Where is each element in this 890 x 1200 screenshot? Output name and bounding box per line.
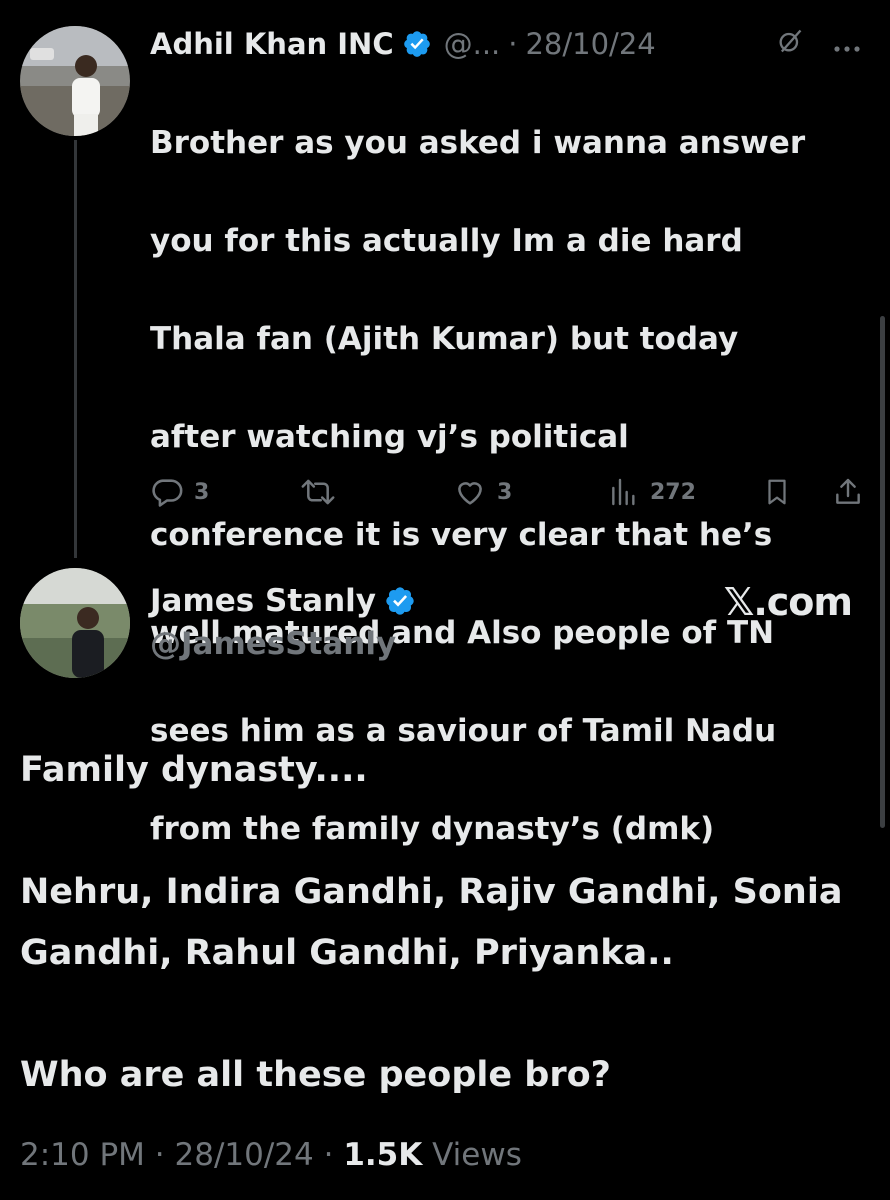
main-tweet-date[interactable]: 28/10/24	[175, 1137, 314, 1173]
bookmark-icon	[762, 475, 792, 509]
like-icon	[453, 475, 487, 509]
scrollbar[interactable]	[880, 316, 885, 828]
repost-button[interactable]	[300, 470, 336, 514]
share-button[interactable]	[832, 470, 864, 514]
reply-button[interactable]: 3	[150, 470, 209, 514]
main-views-label: Views	[432, 1137, 522, 1173]
like-count: 3	[497, 479, 513, 505]
reply-text-line: you for this actually Im a die hard	[150, 223, 743, 259]
separator-dot: ·	[508, 27, 518, 61]
reply-action-bar: 3 3 272	[150, 470, 870, 514]
verified-badge-icon	[384, 585, 416, 617]
reply-author-handle[interactable]: @...	[444, 27, 501, 61]
reply-text-line: conference it is very clear that he’s	[150, 517, 773, 553]
reply-count: 3	[194, 479, 210, 505]
main-views-count: 1.5K	[343, 1137, 423, 1173]
separator-dot: ·	[323, 1137, 344, 1173]
main-author-name[interactable]: James Stanly	[150, 583, 376, 619]
reply-author-avatar[interactable]	[20, 26, 130, 136]
grok-icon[interactable]	[776, 27, 804, 62]
more-icon[interactable]	[832, 27, 862, 61]
main-tweet-paragraph: Nehru, Indira Gandhi, Rajiv Gandhi, Soni…	[20, 872, 843, 973]
views-icon	[608, 475, 640, 509]
repost-icon	[300, 475, 336, 509]
main-tweet-text: Family dynasty.... Nehru, Indira Gandhi,…	[20, 740, 870, 1106]
main-tweet-paragraph: Who are all these people bro?	[20, 1055, 611, 1095]
thread-connector-line	[74, 140, 77, 558]
reply-date[interactable]: 28/10/24	[525, 27, 655, 61]
views-count: 272	[650, 479, 696, 505]
main-tweet-meta: 2:10 PM · 28/10/24 · 1.5K Views	[20, 1137, 522, 1173]
reply-text-line: Thala fan (Ajith Kumar) but today	[150, 321, 739, 357]
separator-dot: ·	[154, 1137, 175, 1173]
reply-author-name[interactable]: Adhil Khan INC	[150, 27, 394, 61]
main-author-handle[interactable]: @JamesStanly	[150, 626, 396, 662]
reply-text-line: Brother as you asked i wanna answer	[150, 125, 806, 161]
like-button[interactable]: 3	[453, 470, 512, 514]
main-author-avatar[interactable]	[20, 568, 130, 678]
reply-header: Adhil Khan INC @... · 28/10/24	[150, 22, 870, 66]
reply-text-line: after watching vj’s political	[150, 419, 629, 455]
main-author-name-row: James Stanly	[150, 578, 424, 624]
main-tweet-time[interactable]: 2:10 PM	[20, 1137, 145, 1173]
bookmark-button[interactable]	[762, 470, 792, 514]
main-tweet-paragraph: Family dynasty....	[20, 750, 368, 790]
verified-badge-icon	[402, 29, 432, 59]
views-button[interactable]: 272	[608, 470, 696, 514]
reply-icon	[150, 475, 184, 509]
share-icon	[832, 475, 864, 509]
x-com-watermark: 𝕏.com	[723, 580, 853, 624]
